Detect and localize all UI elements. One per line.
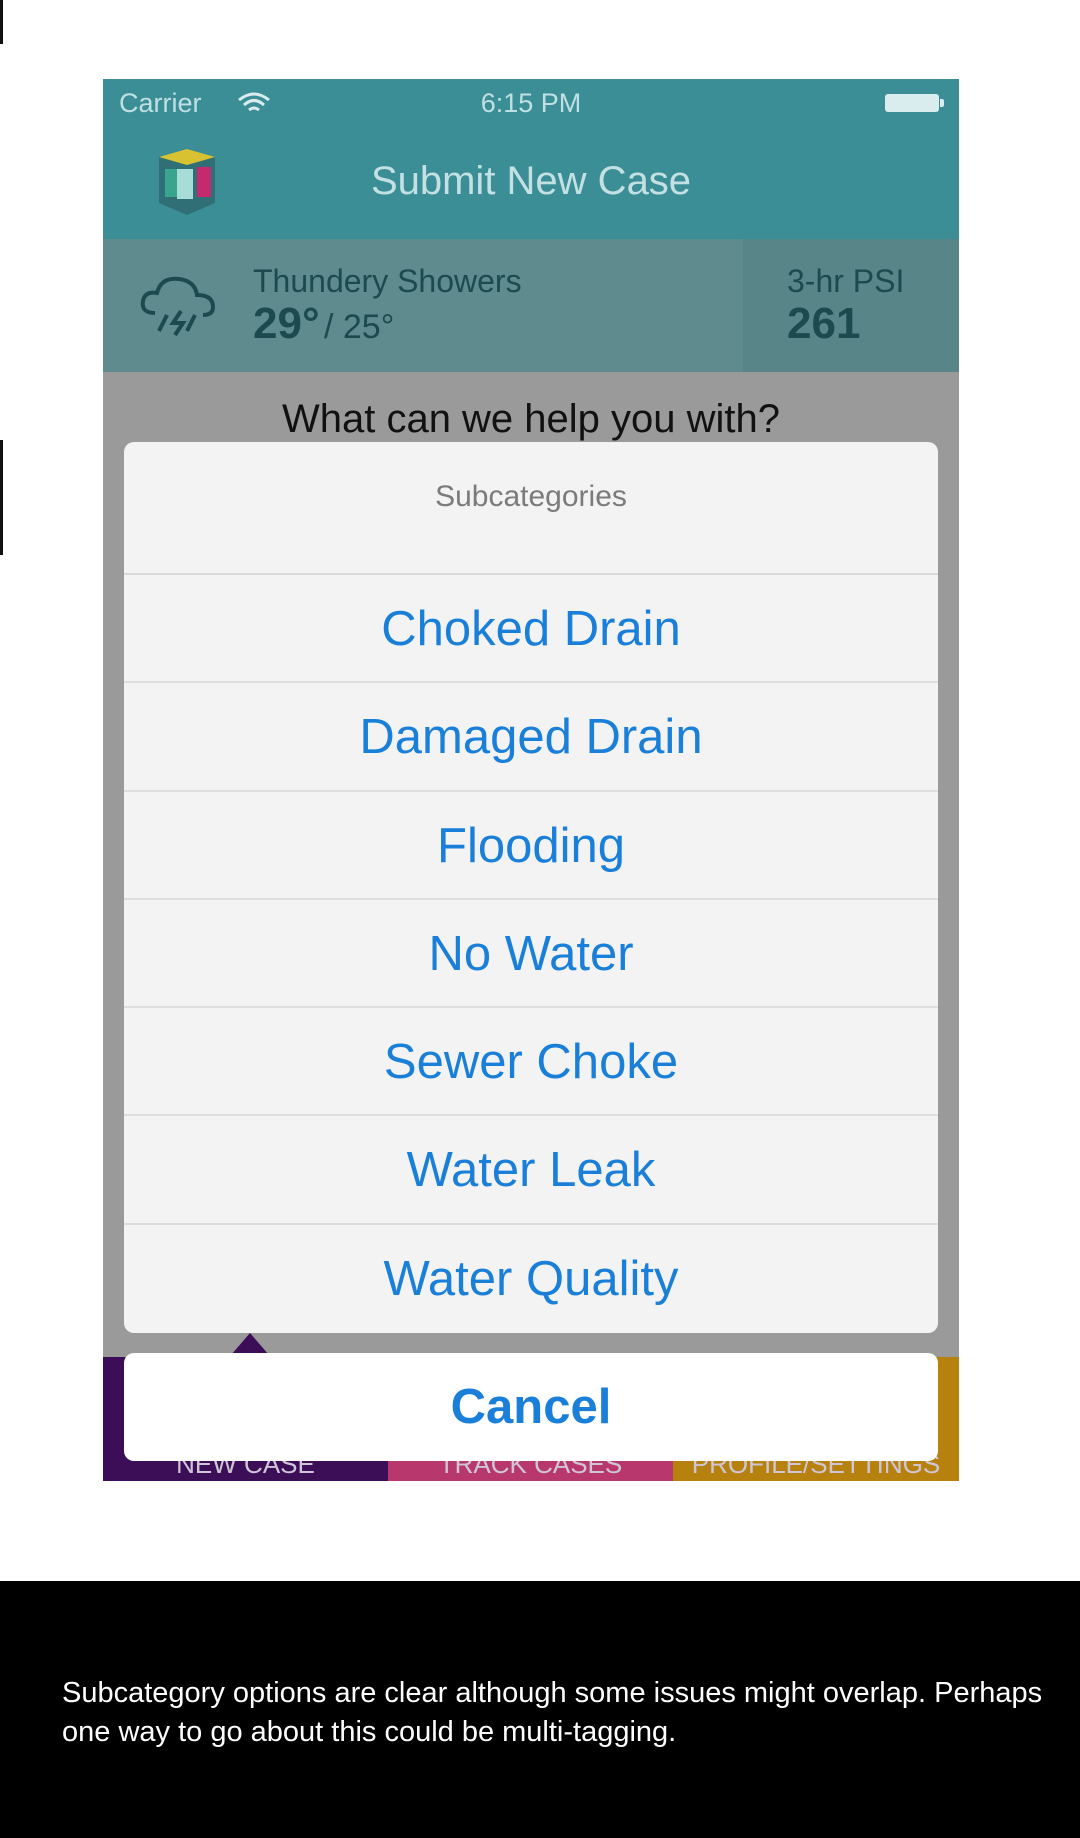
caption-text: Subcategory options are clear although s… bbox=[62, 1677, 1043, 1748]
option-choked-drain[interactable]: Choked Drain bbox=[124, 575, 938, 684]
option-water-leak[interactable]: Water Leak bbox=[124, 1116, 938, 1225]
status-bar: Carrier 6:15 PM bbox=[103, 79, 959, 129]
cancel-button[interactable]: Cancel bbox=[124, 1353, 938, 1461]
caption-band: Subcategory options are clear although s… bbox=[0, 1581, 1080, 1838]
edge-mark bbox=[0, 440, 3, 555]
help-prompt: What can we help you with? bbox=[281, 397, 781, 441]
option-sewer-choke[interactable]: Sewer Choke bbox=[124, 1008, 938, 1117]
phone-screen: Carrier 6:15 PM Submit New Case Thundery… bbox=[103, 79, 959, 1481]
temperature-high: 29° bbox=[253, 299, 320, 348]
action-sheet: Subcategories Choked Drain Damaged Drain… bbox=[124, 442, 938, 1333]
nav-bar: Submit New Case bbox=[103, 129, 959, 239]
option-water-quality[interactable]: Water Quality bbox=[124, 1225, 938, 1333]
battery-icon bbox=[885, 94, 944, 112]
option-flooding[interactable]: Flooding bbox=[124, 792, 938, 900]
weather-panel: Thundery Showers 29° / 25° bbox=[103, 239, 743, 372]
psi-value: 261 bbox=[787, 299, 861, 348]
action-sheet-title: Subcategories bbox=[124, 442, 938, 575]
psi-panel: 3-hr PSI 261 bbox=[743, 239, 959, 372]
page-title: Submit New Case bbox=[370, 159, 692, 203]
action-sheet-options: Choked Drain Damaged Drain Flooding No W… bbox=[124, 575, 938, 1333]
edge-mark bbox=[0, 0, 3, 44]
psi-label: 3-hr PSI bbox=[787, 263, 905, 299]
temperature-low: / 25° bbox=[324, 308, 395, 346]
status-time: 6:15 PM bbox=[480, 88, 582, 118]
option-damaged-drain[interactable]: Damaged Drain bbox=[124, 683, 938, 792]
selected-tab-indicator bbox=[231, 1333, 269, 1355]
option-no-water[interactable]: No Water bbox=[124, 900, 938, 1009]
temperature: 29° / 25° bbox=[253, 299, 394, 349]
weather-condition: Thundery Showers bbox=[253, 263, 522, 299]
thunderstorm-icon bbox=[140, 276, 216, 337]
